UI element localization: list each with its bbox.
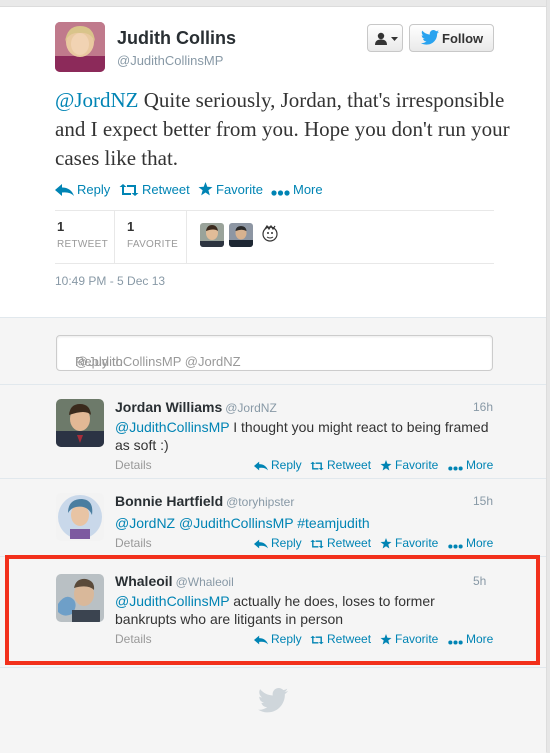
author-avatar[interactable] [55, 22, 105, 72]
details-link[interactable]: Details [115, 458, 152, 472]
reply-icon [254, 539, 268, 549]
mention-link[interactable]: @JudithCollinsMP [115, 419, 229, 435]
reply-avatar[interactable] [56, 399, 104, 447]
favorite-action[interactable]: Favorite [380, 458, 438, 472]
twitter-bird-icon[interactable] [258, 688, 288, 713]
more-action[interactable]: More [271, 182, 323, 197]
favoriter-avatar[interactable] [258, 223, 282, 247]
tweet-stats: 1 RETWEET 1 FAVORITE [55, 210, 494, 264]
reply-action[interactable]: Reply [55, 182, 110, 197]
favoriter-avatar[interactable] [200, 223, 224, 247]
reply-area: Reply to @JudithCollinsMP @JordNZ [0, 317, 546, 384]
follow-button[interactable]: Follow [409, 24, 494, 52]
reply-icon [55, 184, 74, 196]
follow-label: Follow [442, 31, 484, 46]
star-icon [380, 460, 392, 471]
reply-handle[interactable]: @toryhipster [226, 495, 294, 509]
star-icon [380, 538, 392, 549]
mention-link[interactable]: @JordNZ [115, 515, 175, 531]
more-action[interactable]: More [448, 458, 493, 472]
star-icon [198, 182, 213, 196]
reply-time[interactable]: 15h [473, 494, 493, 508]
reply-icon [254, 461, 268, 471]
favorite-action[interactable]: Favorite [198, 182, 263, 197]
reply-action[interactable]: Reply [254, 458, 302, 472]
caret-down-icon [391, 37, 398, 41]
retweet-action[interactable]: Retweet [119, 182, 190, 197]
reply-text: @JordNZ @JudithCollinsMP #teamjudith [115, 514, 490, 532]
reply-author[interactable]: Jordan Williams @JordNZ [115, 399, 277, 415]
retweet-icon [310, 539, 324, 549]
reply-tweet: Bonnie Hartfield @toryhipster 15h @JordNZ… [0, 478, 546, 557]
reply-text: @JudithCollinsMP I thought you might rea… [115, 419, 489, 453]
reply-time[interactable]: 16h [473, 400, 493, 414]
top-bar [0, 0, 546, 7]
highlight-box [5, 555, 540, 665]
reply-avatar[interactable] [56, 493, 104, 541]
more-dots-icon [271, 190, 290, 196]
retweet-count[interactable]: 1 [57, 219, 64, 234]
favoriter-avatar[interactable] [229, 223, 253, 247]
mention-link[interactable]: @JordNZ [55, 88, 139, 112]
retweet-icon [310, 461, 324, 471]
hashtag-link[interactable]: #teamjudith [297, 515, 369, 531]
reply-handle[interactable]: @JordNZ [225, 401, 277, 415]
reply-action[interactable]: Reply [254, 536, 302, 550]
twitter-bird-icon [421, 30, 439, 45]
reply-author[interactable]: Bonnie Hartfield @toryhipster [115, 493, 294, 509]
footer [0, 667, 546, 753]
stats-divider [186, 211, 187, 263]
retweet-action[interactable]: Retweet [310, 458, 371, 472]
user-actions-button[interactable] [367, 24, 403, 52]
reply-tweet: Jordan Williams @JordNZ 16h @JudithCollin… [0, 384, 546, 479]
stats-divider [114, 211, 115, 263]
favorite-action[interactable]: Favorite [380, 536, 438, 550]
reply-input[interactable]: Reply to @JudithCollinsMP @JordNZ [56, 335, 493, 371]
tweet-text: @JordNZ Quite seriously, Jordan, that's … [55, 86, 515, 173]
retweet-action[interactable]: Retweet [310, 536, 371, 550]
more-action[interactable]: More [448, 536, 493, 550]
details-link[interactable]: Details [115, 536, 152, 550]
tweet-page: Judith Collins @JudithCollinsMP Follow @… [0, 0, 547, 753]
more-dots-icon [448, 466, 463, 471]
author-handle[interactable]: @JudithCollinsMP [117, 53, 223, 68]
mention-link[interactable]: @JudithCollinsMP [179, 515, 293, 531]
retweet-label[interactable]: RETWEET [57, 239, 108, 250]
favorite-label[interactable]: FAVORITE [127, 239, 178, 250]
user-icon [375, 32, 387, 45]
favorite-count[interactable]: 1 [127, 219, 134, 234]
tweet-timestamp[interactable]: 10:49 PM - 5 Dec 13 [55, 274, 165, 288]
author-name[interactable]: Judith Collins [117, 28, 236, 49]
retweet-icon [119, 184, 139, 196]
more-dots-icon [448, 544, 463, 549]
